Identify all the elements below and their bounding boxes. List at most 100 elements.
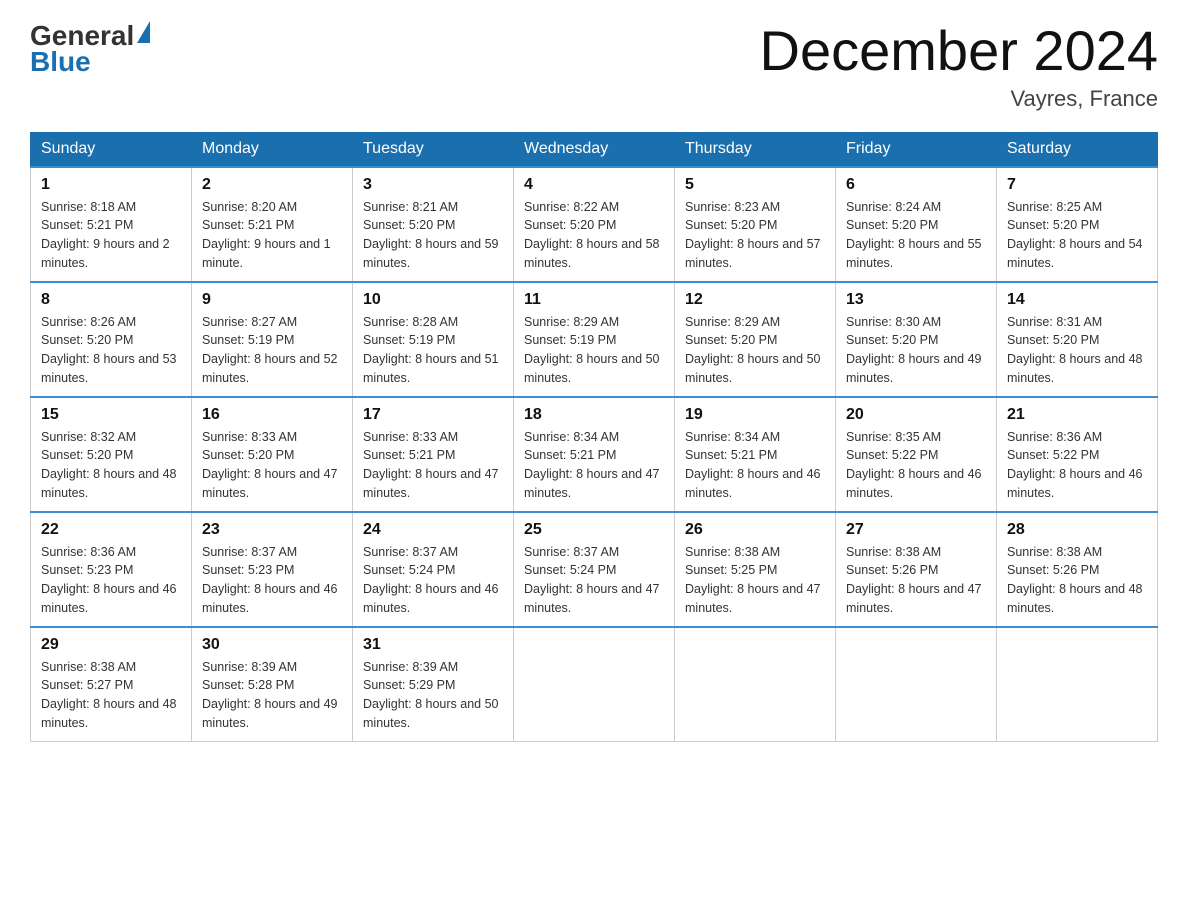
- calendar-cell: 26 Sunrise: 8:38 AMSunset: 5:25 PMDayligh…: [675, 512, 836, 627]
- day-info: Sunrise: 8:30 AMSunset: 5:20 PMDaylight:…: [846, 313, 986, 388]
- calendar-cell: 3 Sunrise: 8:21 AMSunset: 5:20 PMDaylight…: [353, 167, 514, 282]
- day-number: 30: [202, 636, 342, 654]
- calendar-cell: 5Sunrise: 8:23 AMSunset: 5:20 PMDaylight…: [675, 167, 836, 282]
- calendar-cell: 30Sunrise: 8:39 AMSunset: 5:28 PMDayligh…: [192, 627, 353, 742]
- day-number: 25: [524, 521, 664, 539]
- calendar-cell: 15 Sunrise: 8:32 AMSunset: 5:20 PMDayligh…: [31, 397, 192, 512]
- calendar-cell: 29 Sunrise: 8:38 AMSunset: 5:27 PMDayligh…: [31, 627, 192, 742]
- calendar-cell: [997, 627, 1158, 742]
- day-number: 14: [1007, 291, 1147, 309]
- calendar-header-monday: Monday: [192, 132, 353, 167]
- calendar-week-row: 29 Sunrise: 8:38 AMSunset: 5:27 PMDayligh…: [31, 627, 1158, 742]
- day-info: Sunrise: 8:29 AMSunset: 5:19 PMDaylight:…: [524, 313, 664, 388]
- day-number: 24: [363, 521, 503, 539]
- calendar-cell: 4 Sunrise: 8:22 AMSunset: 5:20 PMDaylight…: [514, 167, 675, 282]
- calendar-cell: [836, 627, 997, 742]
- month-title: December 2024: [760, 20, 1158, 82]
- calendar-cell: 18Sunrise: 8:34 AMSunset: 5:21 PMDayligh…: [514, 397, 675, 512]
- calendar-cell: 24 Sunrise: 8:37 AMSunset: 5:24 PMDayligh…: [353, 512, 514, 627]
- calendar-week-row: 15 Sunrise: 8:32 AMSunset: 5:20 PMDayligh…: [31, 397, 1158, 512]
- day-info: Sunrise: 8:38 AMSunset: 5:25 PMDaylight:…: [685, 543, 825, 618]
- logo: General Blue: [30, 20, 150, 78]
- day-info: Sunrise: 8:37 AMSunset: 5:23 PMDaylight:…: [202, 543, 342, 618]
- day-number: 23: [202, 521, 342, 539]
- calendar-cell: 21Sunrise: 8:36 AMSunset: 5:22 PMDayligh…: [997, 397, 1158, 512]
- day-info: Sunrise: 8:20 AMSunset: 5:21 PMDaylight:…: [202, 198, 342, 273]
- day-info: Sunrise: 8:27 AMSunset: 5:19 PMDaylight:…: [202, 313, 342, 388]
- calendar-cell: 12 Sunrise: 8:29 AMSunset: 5:20 PMDayligh…: [675, 282, 836, 397]
- day-number: 28: [1007, 521, 1147, 539]
- calendar-header-wednesday: Wednesday: [514, 132, 675, 167]
- calendar-cell: [675, 627, 836, 742]
- day-number: 12: [685, 291, 825, 309]
- day-number: 15: [41, 406, 181, 424]
- day-info: Sunrise: 8:37 AMSunset: 5:24 PMDaylight:…: [363, 543, 503, 618]
- day-info: Sunrise: 8:28 AMSunset: 5:19 PMDaylight:…: [363, 313, 503, 388]
- calendar-cell: 17Sunrise: 8:33 AMSunset: 5:21 PMDayligh…: [353, 397, 514, 512]
- calendar-header-thursday: Thursday: [675, 132, 836, 167]
- day-info: Sunrise: 8:33 AMSunset: 5:20 PMDaylight:…: [202, 428, 342, 503]
- calendar-cell: 11 Sunrise: 8:29 AMSunset: 5:19 PMDayligh…: [514, 282, 675, 397]
- calendar-cell: 31Sunrise: 8:39 AMSunset: 5:29 PMDayligh…: [353, 627, 514, 742]
- day-number: 10: [363, 291, 503, 309]
- day-number: 9: [202, 291, 342, 309]
- calendar-header-saturday: Saturday: [997, 132, 1158, 167]
- day-number: 27: [846, 521, 986, 539]
- calendar-header-tuesday: Tuesday: [353, 132, 514, 167]
- day-number: 22: [41, 521, 181, 539]
- day-number: 21: [1007, 406, 1147, 424]
- calendar-cell: 13 Sunrise: 8:30 AMSunset: 5:20 PMDayligh…: [836, 282, 997, 397]
- calendar-cell: 22 Sunrise: 8:36 AMSunset: 5:23 PMDayligh…: [31, 512, 192, 627]
- day-number: 29: [41, 636, 181, 654]
- calendar-week-row: 1Sunrise: 8:18 AMSunset: 5:21 PMDaylight…: [31, 167, 1158, 282]
- calendar-cell: 7 Sunrise: 8:25 AMSunset: 5:20 PMDaylight…: [997, 167, 1158, 282]
- logo-triangle-icon: [137, 21, 150, 43]
- day-info: Sunrise: 8:26 AMSunset: 5:20 PMDaylight:…: [41, 313, 181, 388]
- day-number: 4: [524, 176, 664, 194]
- day-number: 2: [202, 176, 342, 194]
- calendar-cell: 10 Sunrise: 8:28 AMSunset: 5:19 PMDayligh…: [353, 282, 514, 397]
- location-title: Vayres, France: [760, 86, 1158, 112]
- calendar-cell: 19Sunrise: 8:34 AMSunset: 5:21 PMDayligh…: [675, 397, 836, 512]
- day-number: 11: [524, 291, 664, 309]
- day-number: 26: [685, 521, 825, 539]
- calendar-header-sunday: Sunday: [31, 132, 192, 167]
- day-number: 16: [202, 406, 342, 424]
- day-info: Sunrise: 8:21 AMSunset: 5:20 PMDaylight:…: [363, 198, 503, 273]
- calendar-cell: 1Sunrise: 8:18 AMSunset: 5:21 PMDaylight…: [31, 167, 192, 282]
- calendar-cell: [514, 627, 675, 742]
- calendar-cell: 9 Sunrise: 8:27 AMSunset: 5:19 PMDaylight…: [192, 282, 353, 397]
- calendar-cell: 25Sunrise: 8:37 AMSunset: 5:24 PMDayligh…: [514, 512, 675, 627]
- day-number: 3: [363, 176, 503, 194]
- day-info: Sunrise: 8:36 AMSunset: 5:23 PMDaylight:…: [41, 543, 181, 618]
- page-header: General Blue December 2024 Vayres, Franc…: [30, 20, 1158, 112]
- day-number: 7: [1007, 176, 1147, 194]
- day-number: 20: [846, 406, 986, 424]
- calendar-cell: 16 Sunrise: 8:33 AMSunset: 5:20 PMDayligh…: [192, 397, 353, 512]
- day-info: Sunrise: 8:22 AMSunset: 5:20 PMDaylight:…: [524, 198, 664, 273]
- calendar-cell: 28 Sunrise: 8:38 AMSunset: 5:26 PMDayligh…: [997, 512, 1158, 627]
- day-info: Sunrise: 8:23 AMSunset: 5:20 PMDaylight:…: [685, 198, 825, 273]
- calendar-cell: 6Sunrise: 8:24 AMSunset: 5:20 PMDaylight…: [836, 167, 997, 282]
- day-info: Sunrise: 8:18 AMSunset: 5:21 PMDaylight:…: [41, 198, 181, 273]
- calendar-cell: 14 Sunrise: 8:31 AMSunset: 5:20 PMDayligh…: [997, 282, 1158, 397]
- calendar-table: SundayMondayTuesdayWednesdayThursdayFrid…: [30, 132, 1158, 742]
- calendar-header-friday: Friday: [836, 132, 997, 167]
- day-info: Sunrise: 8:38 AMSunset: 5:26 PMDaylight:…: [1007, 543, 1147, 618]
- calendar-cell: 23 Sunrise: 8:37 AMSunset: 5:23 PMDayligh…: [192, 512, 353, 627]
- day-number: 19: [685, 406, 825, 424]
- day-number: 13: [846, 291, 986, 309]
- day-info: Sunrise: 8:24 AMSunset: 5:20 PMDaylight:…: [846, 198, 986, 273]
- day-number: 8: [41, 291, 181, 309]
- day-info: Sunrise: 8:35 AMSunset: 5:22 PMDaylight:…: [846, 428, 986, 503]
- day-info: Sunrise: 8:25 AMSunset: 5:20 PMDaylight:…: [1007, 198, 1147, 273]
- day-info: Sunrise: 8:29 AMSunset: 5:20 PMDaylight:…: [685, 313, 825, 388]
- day-info: Sunrise: 8:32 AMSunset: 5:20 PMDaylight:…: [41, 428, 181, 503]
- calendar-header-row: SundayMondayTuesdayWednesdayThursdayFrid…: [31, 132, 1158, 167]
- day-info: Sunrise: 8:38 AMSunset: 5:27 PMDaylight:…: [41, 658, 181, 733]
- day-info: Sunrise: 8:33 AMSunset: 5:21 PMDaylight:…: [363, 428, 503, 503]
- day-info: Sunrise: 8:31 AMSunset: 5:20 PMDaylight:…: [1007, 313, 1147, 388]
- calendar-cell: 20 Sunrise: 8:35 AMSunset: 5:22 PMDayligh…: [836, 397, 997, 512]
- day-info: Sunrise: 8:38 AMSunset: 5:26 PMDaylight:…: [846, 543, 986, 618]
- title-section: December 2024 Vayres, France: [760, 20, 1158, 112]
